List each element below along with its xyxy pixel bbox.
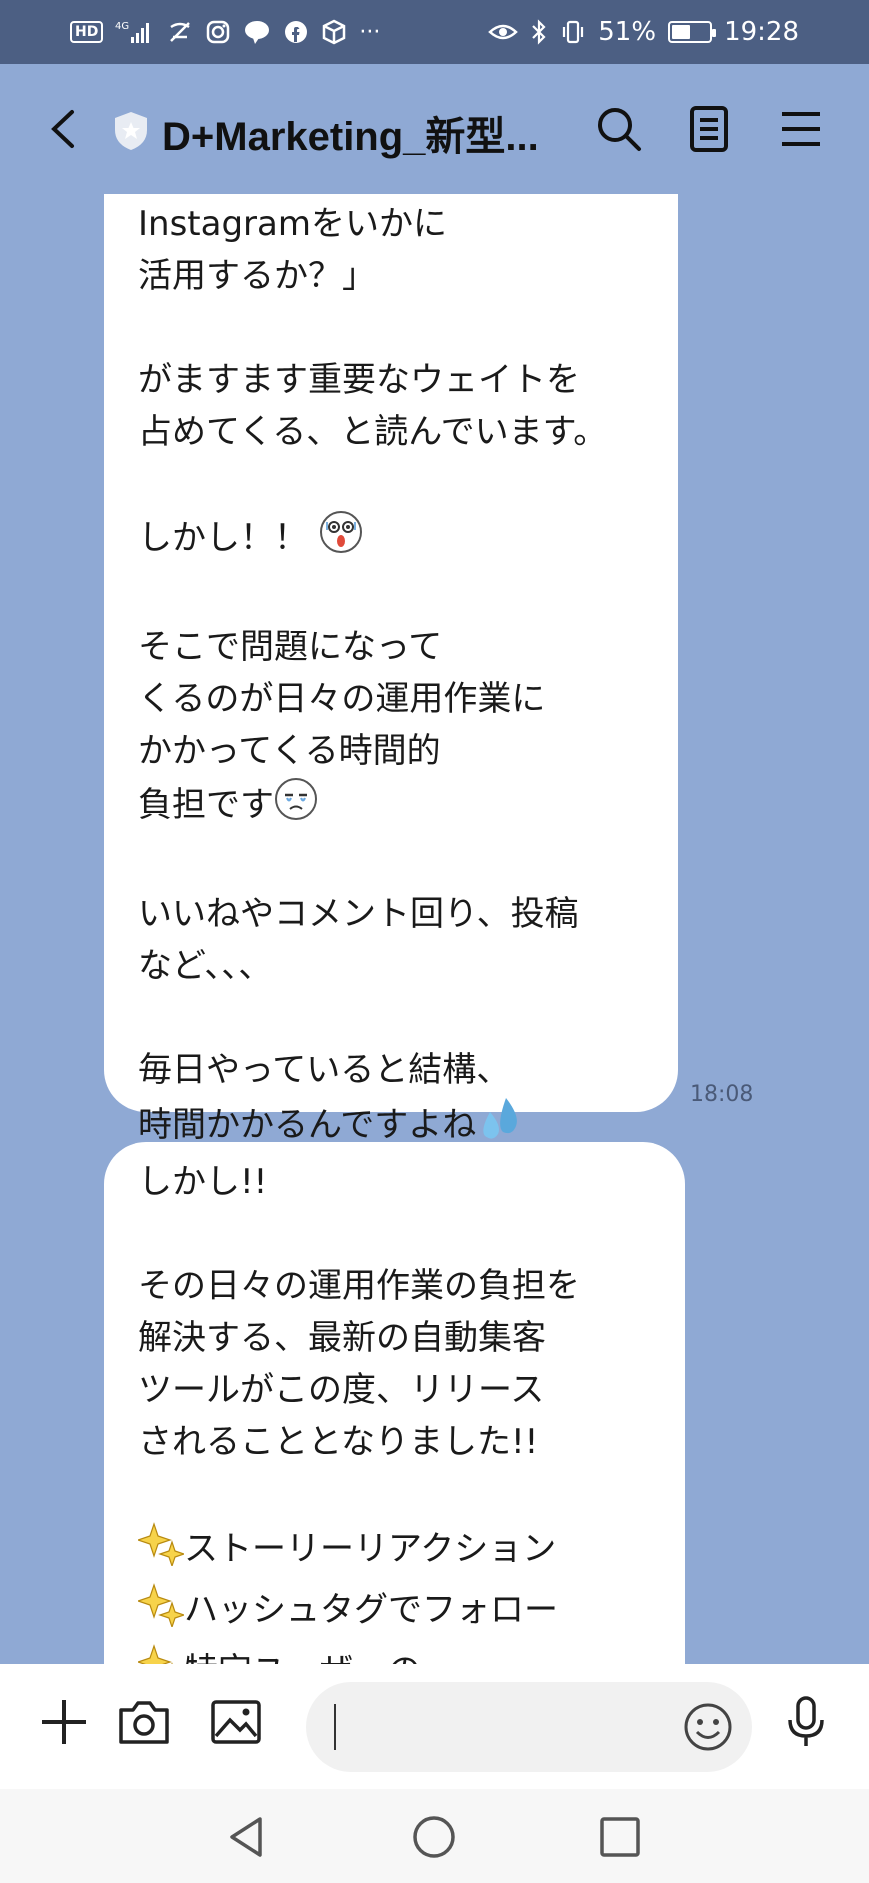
message-line: その日々の運用作業の負担を — [138, 1266, 580, 1306]
nav-back-button[interactable] — [222, 1811, 274, 1863]
box-app-icon — [321, 19, 347, 45]
add-button[interactable] — [36, 1694, 92, 1750]
notes-icon — [690, 106, 728, 152]
menu-button[interactable] — [776, 104, 826, 154]
message-line: かかってくる時間的 — [138, 731, 441, 771]
signal-icon: 4G — [115, 19, 155, 45]
search-button[interactable] — [594, 104, 644, 154]
message-line: 占めてくる、と読んでいます。 — [138, 412, 608, 452]
chat-title[interactable]: D+Marketing_新型... — [162, 104, 542, 162]
battery-percent: 51% — [598, 17, 657, 47]
message-list[interactable]: Instagramをいかに 活用するか？」 がますます重要なウェイトを 占めてく… — [0, 194, 869, 1664]
circle-home-icon — [413, 1816, 455, 1858]
message-line: くるのが日々の運用作業に — [138, 679, 546, 719]
status-bar: HD 4G ··· 51% 19:28 — [0, 0, 869, 64]
hamburger-menu-icon — [782, 112, 820, 146]
message-line: されることとなりました!! — [138, 1422, 539, 1462]
message-line: 活用するか？」 — [138, 256, 376, 296]
smiley-icon — [684, 1703, 732, 1751]
message-timestamp: 18:08 — [690, 1082, 754, 1107]
message-line: 毎日やっていると結構、 — [138, 1050, 511, 1090]
message-line: そこで問題になって — [138, 627, 443, 667]
vibrate-icon — [560, 19, 586, 45]
triangle-back-icon — [230, 1817, 262, 1857]
no-call-icon — [167, 19, 193, 45]
message-line: ストーリーリアクション — [184, 1529, 557, 1569]
message-line: Instagramをいかに — [138, 204, 447, 244]
plus-icon — [42, 1700, 86, 1744]
message-line: ツールがこの度、リリース — [138, 1370, 545, 1410]
more-notifications-icon: ··· — [359, 19, 381, 45]
sparkles-icon — [136, 1581, 186, 1642]
message-line: 負担です — [138, 785, 274, 825]
message-line: ハッシュタグでフォロー — [184, 1590, 558, 1630]
microphone-icon — [788, 1696, 824, 1746]
shocked-face-icon — [319, 510, 363, 569]
camera-button[interactable] — [116, 1694, 172, 1750]
message-input-bar — [0, 1664, 869, 1789]
chevron-left-icon — [51, 110, 74, 148]
hd-icon: HD — [70, 21, 104, 43]
system-navigation-bar — [0, 1789, 869, 1883]
message-line: しかし!! — [138, 1162, 268, 1202]
back-button[interactable] — [40, 104, 90, 154]
facebook-icon — [283, 19, 309, 45]
message-line: 解決する、最新の自動集客 — [138, 1318, 546, 1358]
nav-home-button[interactable] — [408, 1811, 460, 1863]
camera-icon — [119, 1701, 169, 1744]
official-account-shield-icon — [112, 110, 150, 152]
emoji-button[interactable] — [680, 1699, 736, 1759]
message-bubble[interactable]: しかし!! その日々の運用作業の負担を 解決する、最新の自動集客 ツールがこの度… — [104, 1142, 685, 1664]
search-icon — [598, 108, 641, 151]
instagram-icon — [205, 19, 231, 45]
eye-icon — [488, 20, 519, 44]
svg-text:4G: 4G — [115, 21, 129, 32]
gallery-button[interactable] — [208, 1694, 264, 1750]
message-input[interactable] — [306, 1682, 752, 1772]
crying-face-icon — [274, 777, 318, 836]
message-line: いいねやコメント回り、投稿 — [138, 894, 579, 934]
message-line: 時間かかるんですよね — [138, 1105, 477, 1145]
message-bubble[interactable]: Instagramをいかに 活用するか？」 がますます重要なウェイトを 占めてく… — [104, 194, 678, 1145]
voice-message-button[interactable] — [778, 1694, 834, 1750]
sparkles-icon — [136, 1520, 186, 1581]
message-line: など、、、 — [138, 946, 273, 986]
sparkles-icon — [136, 1642, 184, 1664]
message-line: 特定ユーザーの — [184, 1651, 421, 1664]
battery-icon — [668, 21, 717, 43]
clock: 19:28 — [724, 17, 799, 47]
notes-button[interactable] — [684, 104, 734, 154]
line-app-icon — [243, 19, 271, 45]
image-icon — [211, 1700, 261, 1744]
message-line: がますます重要なウェイトを — [138, 360, 580, 400]
text-caret — [334, 1704, 336, 1750]
bluetooth-icon — [530, 19, 548, 45]
nav-recents-button[interactable] — [594, 1811, 646, 1863]
square-recents-icon — [600, 1817, 640, 1857]
message-line: しかし！！ — [138, 518, 308, 558]
battery-fill — [672, 25, 691, 39]
chat-header: D+Marketing_新型... — [0, 64, 869, 194]
